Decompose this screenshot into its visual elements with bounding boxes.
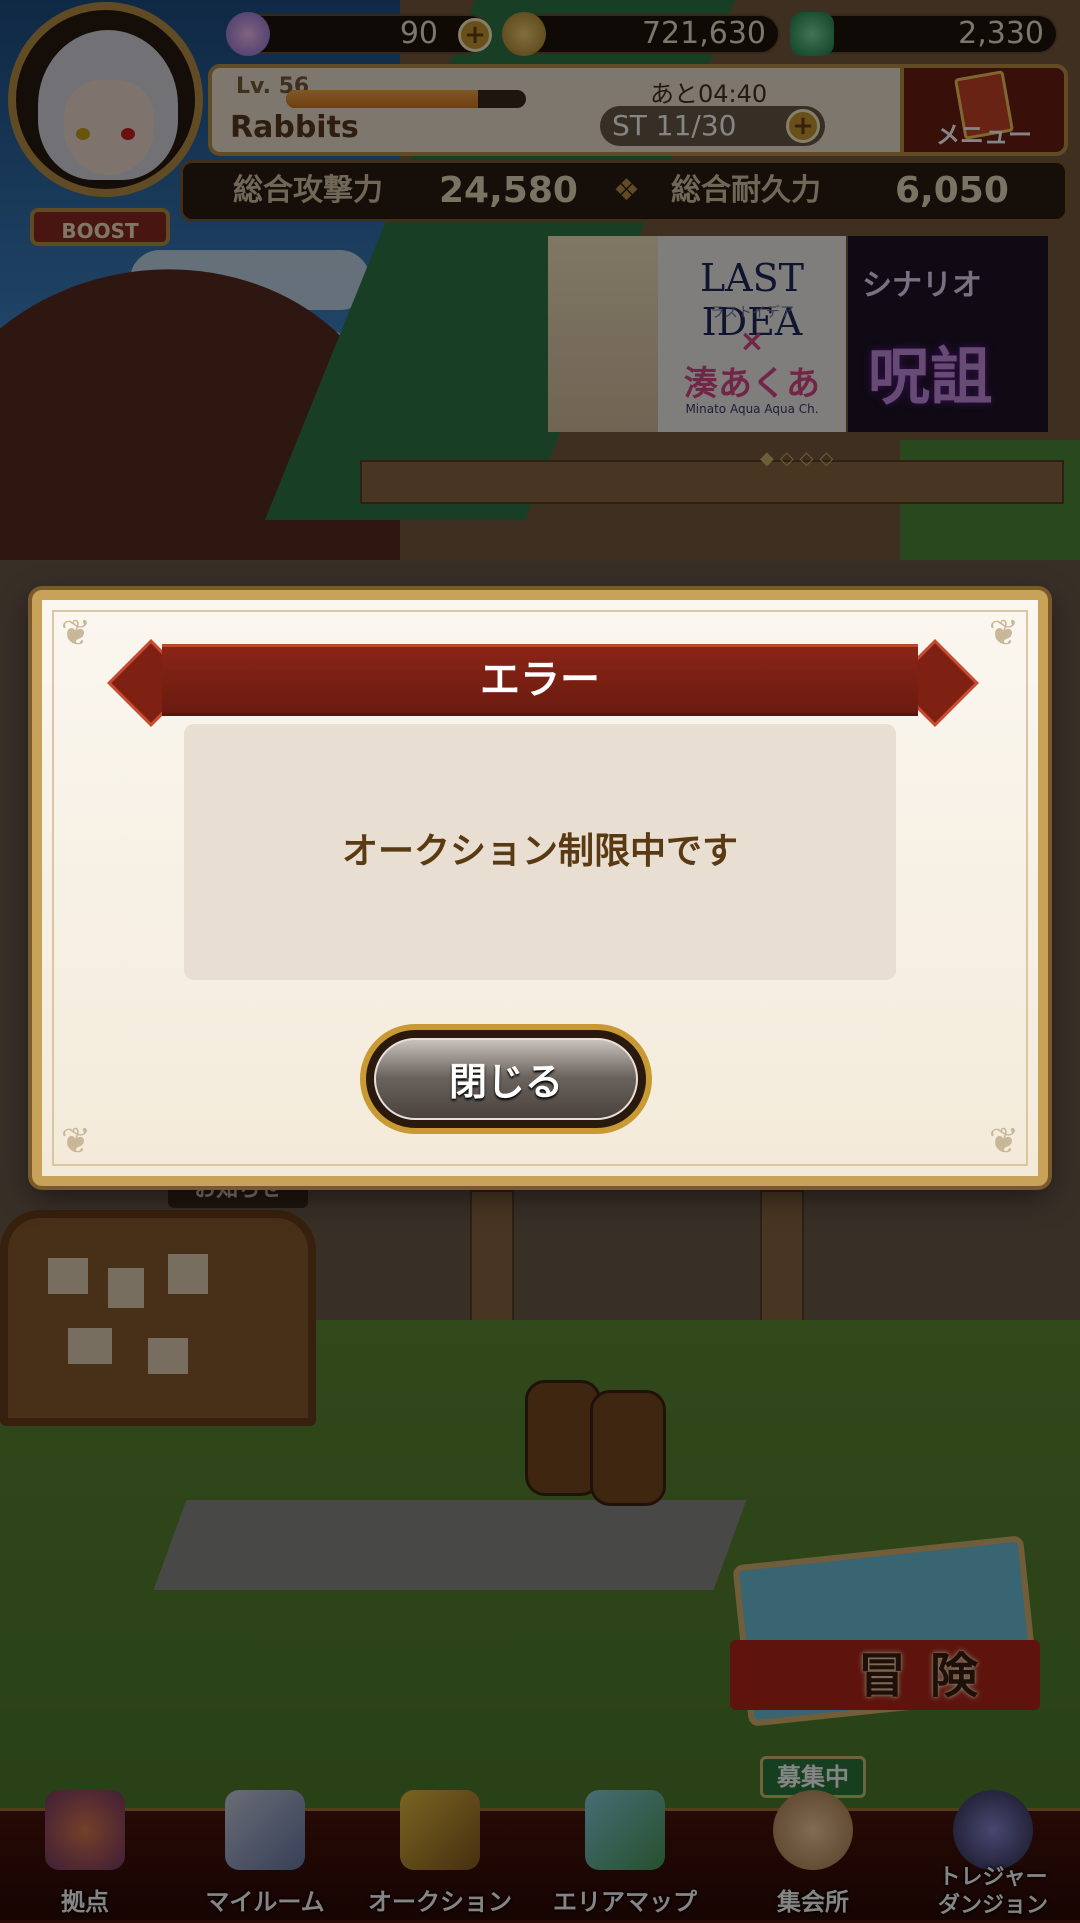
error-dialog: ❦ ❦ ❦ ❦ エラー オークション制限中です 閉じる	[32, 590, 1048, 1186]
dialog-title: エラー	[480, 657, 600, 703]
ornament-icon: ❦	[60, 613, 92, 654]
ornament-icon: ❦	[988, 1121, 1020, 1162]
ornament-icon: ❦	[60, 1121, 92, 1162]
ornament-icon: ❦	[988, 613, 1020, 654]
dialog-title-ribbon: エラー	[162, 644, 918, 716]
close-button-label: 閉じる	[448, 1060, 563, 1104]
dialog-message: オークション制限中です	[341, 831, 738, 872]
dialog-message-box: オークション制限中です	[184, 724, 896, 980]
close-button-face: 閉じる	[374, 1038, 638, 1120]
close-button[interactable]: 閉じる	[360, 1024, 652, 1134]
